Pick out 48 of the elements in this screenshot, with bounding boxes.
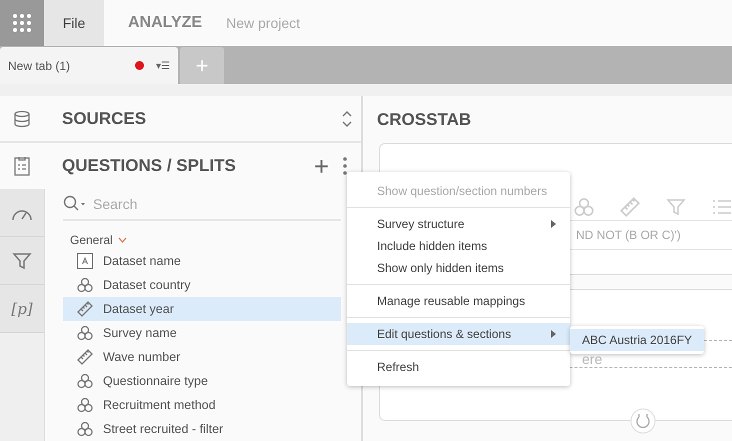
document-tab[interactable]: New tab (1) ▾☰ — [0, 47, 178, 84]
ruler-icon — [620, 197, 640, 217]
menu-item[interactable]: Survey structure — [347, 213, 570, 235]
more-options-icon[interactable] — [343, 157, 347, 175]
tab-label: New tab (1) — [8, 58, 72, 72]
circles-icon — [574, 197, 594, 217]
group-header[interactable]: General — [70, 233, 127, 247]
tree-item[interactable]: Dataset year — [63, 297, 341, 321]
circles-icon — [77, 325, 93, 341]
tree-item[interactable]: Survey name — [63, 321, 341, 345]
menu-item[interactable]: Include hidden items — [347, 235, 570, 257]
tab-menu[interactable]: ▾☰ — [156, 60, 170, 72]
text-type-icon — [77, 253, 93, 269]
tree-item[interactable]: Recruitment method — [63, 393, 341, 417]
menu-item[interactable]: Show only hidden items — [347, 257, 570, 279]
crosstab-title: CROSSTAB — [377, 108, 472, 130]
add-button[interactable]: + — [314, 156, 329, 176]
list-icon — [712, 198, 732, 216]
funnel-icon — [666, 197, 686, 217]
refresh-icon[interactable] — [630, 408, 656, 434]
search-icon[interactable] — [63, 195, 87, 213]
circles-icon — [77, 397, 93, 413]
parameter-icon[interactable]: [p] — [11, 300, 33, 318]
search-field[interactable]: Search — [91, 195, 341, 213]
tree-item[interactable]: Wave number — [63, 345, 341, 369]
app-title: ANALYZE — [128, 14, 202, 32]
tree-item[interactable]: Questionnaire type — [63, 369, 341, 393]
tree-item[interactable]: Dataset country — [63, 273, 341, 297]
apps-grid-icon[interactable] — [12, 13, 32, 33]
menu-item[interactable]: Refresh — [347, 356, 570, 378]
chevron-icon — [118, 237, 127, 243]
file-menu[interactable]: File — [44, 0, 104, 46]
ruler-icon — [77, 301, 93, 317]
circles-icon — [77, 421, 93, 437]
filter-icon[interactable] — [12, 250, 32, 270]
expand-collapse-icon[interactable] — [341, 108, 353, 128]
menu-item[interactable]: Edit questions & sections — [347, 323, 570, 345]
circles-icon — [77, 277, 93, 293]
submenu-item[interactable]: ABC Austria 2016FY — [570, 329, 704, 351]
menu-item[interactable]: Manage reusable mappings — [347, 290, 570, 312]
tree-item[interactable]: Dataset name — [63, 249, 341, 273]
sources-title: SOURCES — [62, 108, 148, 128]
circles-icon — [77, 373, 93, 389]
ruler-icon — [77, 349, 93, 365]
questions-title: QUESTIONS / SPLITS — [62, 156, 237, 176]
checklist-icon[interactable] — [13, 156, 31, 176]
tree-item[interactable]: Street recruited - filter — [63, 417, 341, 441]
database-icon[interactable] — [13, 110, 31, 128]
